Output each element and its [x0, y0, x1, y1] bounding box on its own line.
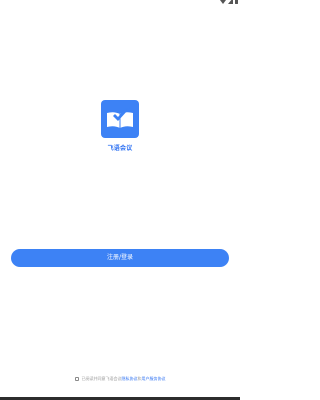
app-logo-icon	[101, 100, 139, 138]
user-service-agreement-link[interactable]: 用户服务协议	[142, 376, 166, 382]
privacy-policy-link[interactable]: 隐私协议	[122, 376, 138, 382]
agree-checkbox[interactable]	[74, 377, 79, 381]
agreement-row: 已阅读并同意飞语会议 隐私协议 和 用户服务协议	[0, 376, 240, 382]
app-name: 飞语会议	[107, 145, 133, 152]
wifi-icon	[220, 0, 226, 4]
register-login-button[interactable]: 注册/登录	[11, 249, 229, 267]
agreement-prefix: 已阅读并同意飞语会议	[81, 376, 122, 381]
signal-icon	[228, 0, 233, 4]
status-icons	[220, 0, 238, 4]
battery-icon	[235, 0, 238, 4]
status-bar	[0, 0, 240, 8]
